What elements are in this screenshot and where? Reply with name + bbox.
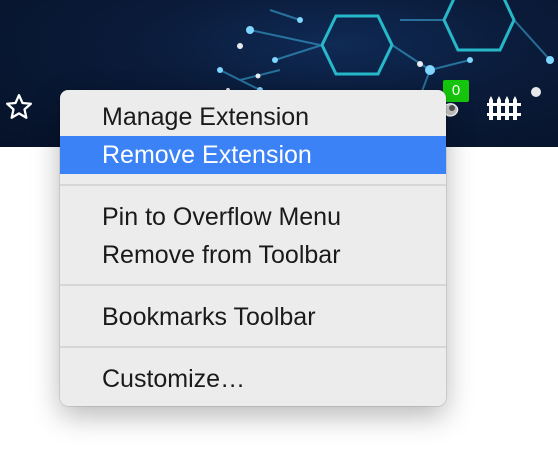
star-icon — [6, 94, 32, 119]
menu-item-remove-from-toolbar[interactable]: Remove from Toolbar — [60, 236, 446, 274]
menu-item-manage-extension[interactable]: Manage Extension — [60, 98, 446, 136]
menu-separator — [60, 184, 446, 186]
menu-separator — [60, 346, 446, 348]
menu-separator — [60, 284, 446, 286]
fence-extension-button[interactable] — [486, 92, 524, 122]
extension-context-menu: Manage Extension Remove Extension Pin to… — [60, 90, 446, 406]
extension-badge-count: 0 — [443, 80, 469, 102]
bookmark-star-button[interactable] — [2, 90, 36, 124]
fence-icon — [487, 96, 521, 120]
menu-item-bookmarks-toolbar[interactable]: Bookmarks Toolbar — [60, 298, 446, 336]
menu-item-customize[interactable]: Customize… — [60, 360, 446, 398]
browser-window: 0 Manage Extension Remove Extension Pin … — [0, 0, 558, 454]
menu-item-pin-to-overflow[interactable]: Pin to Overflow Menu — [60, 198, 446, 236]
menu-item-remove-extension[interactable]: Remove Extension — [60, 136, 446, 174]
